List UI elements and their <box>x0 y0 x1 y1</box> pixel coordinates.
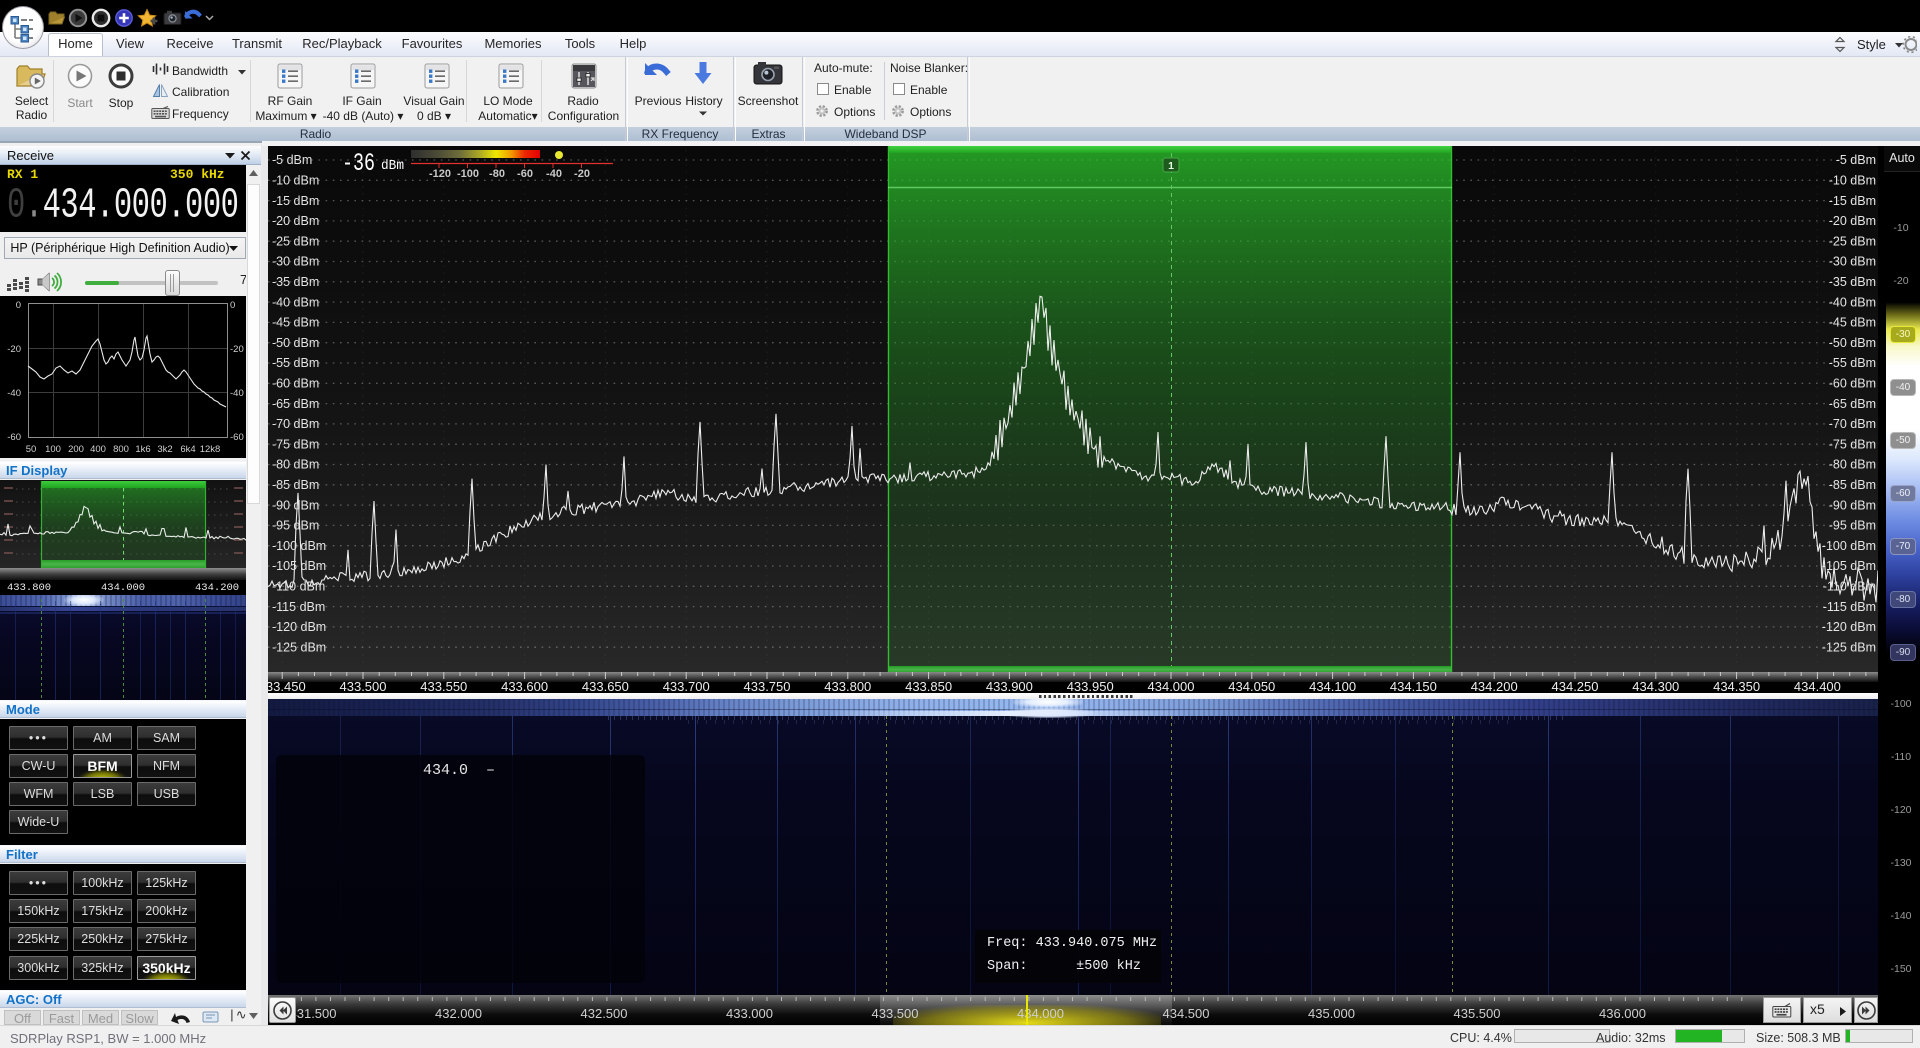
svg-text:-50 dBm: -50 dBm <box>1829 336 1876 350</box>
svg-text:-35 dBm: -35 dBm <box>272 275 319 289</box>
svg-text:-125 dBm: -125 dBm <box>272 640 326 654</box>
svg-text:-20 dBm: -20 dBm <box>272 214 319 228</box>
svg-text:433.900: 433.900 <box>986 679 1033 694</box>
svg-text:-70 dBm: -70 dBm <box>1829 417 1876 431</box>
svg-text:-105 dBm: -105 dBm <box>1822 559 1876 573</box>
svg-text:-55 dBm: -55 dBm <box>272 356 319 370</box>
svg-text:-120 dBm: -120 dBm <box>1822 620 1876 634</box>
svg-text:-60: -60 <box>517 168 533 180</box>
svg-text:-15 dBm: -15 dBm <box>1829 194 1876 208</box>
svg-text:-65 dBm: -65 dBm <box>1829 397 1876 411</box>
svg-text:-95 dBm: -95 dBm <box>272 519 319 533</box>
svg-text:-25 dBm: -25 dBm <box>1829 234 1876 248</box>
svg-text:-125 dBm: -125 dBm <box>1822 640 1876 654</box>
svg-text:-15 dBm: -15 dBm <box>272 194 319 208</box>
svg-text:-85 dBm: -85 dBm <box>272 478 319 492</box>
svg-text:-80: -80 <box>489 168 505 180</box>
svg-text:-5 dBm: -5 dBm <box>272 153 312 167</box>
svg-text:-110 dBm: -110 dBm <box>272 580 325 594</box>
svg-text:-60 dBm: -60 dBm <box>272 377 319 391</box>
svg-text:-95 dBm: -95 dBm <box>1829 519 1876 533</box>
svg-text:-20 dBm: -20 dBm <box>1829 214 1876 228</box>
svg-text:-40 dBm: -40 dBm <box>272 295 319 309</box>
svg-text:-70 dBm: -70 dBm <box>272 417 319 431</box>
svg-text:-120 dBm: -120 dBm <box>272 620 326 634</box>
svg-text:-45 dBm: -45 dBm <box>1829 316 1876 330</box>
svg-text:-75 dBm: -75 dBm <box>272 437 319 451</box>
svg-text:433.750: 433.750 <box>744 679 791 694</box>
svg-text:-50 dBm: -50 dBm <box>272 336 319 350</box>
svg-text:-20: -20 <box>574 168 590 180</box>
svg-text:433.650: 433.650 <box>582 679 629 694</box>
svg-text:-35 dBm: -35 dBm <box>1829 275 1876 289</box>
svg-text:434.300: 434.300 <box>1632 679 1679 694</box>
svg-text:434.350: 434.350 <box>1713 679 1760 694</box>
svg-text:1: 1 <box>1168 160 1174 172</box>
svg-text:-36: -36 <box>342 149 375 178</box>
svg-text:dBm: dBm <box>381 158 404 174</box>
svg-text:-30 dBm: -30 dBm <box>272 255 319 269</box>
svg-text:434.400: 434.400 <box>1794 679 1841 694</box>
svg-text:-5 dBm: -5 dBm <box>1836 153 1876 167</box>
svg-text:433.850: 433.850 <box>905 679 952 694</box>
svg-text:-100: -100 <box>457 168 479 180</box>
svg-text:433.700: 433.700 <box>663 679 710 694</box>
svg-text:-115 dBm: -115 dBm <box>1823 600 1876 614</box>
svg-text:433.550: 433.550 <box>420 679 467 694</box>
svg-text:-90 dBm: -90 dBm <box>272 498 319 512</box>
svg-text:-40: -40 <box>546 168 562 180</box>
svg-text:433.500: 433.500 <box>340 679 387 694</box>
svg-text:434.000: 434.000 <box>1148 679 1195 694</box>
svg-text:-80 dBm: -80 dBm <box>1829 458 1876 472</box>
svg-text:-65 dBm: -65 dBm <box>272 397 319 411</box>
svg-text:-85 dBm: -85 dBm <box>1829 478 1876 492</box>
svg-text:-100 dBm: -100 dBm <box>1822 539 1876 553</box>
svg-text:434.200: 434.200 <box>1471 679 1518 694</box>
svg-text:433.600: 433.600 <box>501 679 548 694</box>
svg-text:434.150: 434.150 <box>1390 679 1437 694</box>
svg-text:-60 dBm: -60 dBm <box>1829 377 1876 391</box>
svg-text:-10 dBm: -10 dBm <box>272 174 319 188</box>
svg-text:-45 dBm: -45 dBm <box>272 316 319 330</box>
svg-text:433.450: 433.450 <box>259 679 306 694</box>
svg-text:-40 dBm: -40 dBm <box>1829 295 1876 309</box>
svg-text:-30 dBm: -30 dBm <box>1829 255 1876 269</box>
svg-text:-10 dBm: -10 dBm <box>1829 174 1876 188</box>
svg-text:-105 dBm: -105 dBm <box>272 559 326 573</box>
svg-text:-55 dBm: -55 dBm <box>1829 356 1876 370</box>
svg-text:434.100: 434.100 <box>1309 679 1356 694</box>
svg-text:-110 dBm: -110 dBm <box>1823 580 1876 594</box>
svg-text:-115 dBm: -115 dBm <box>272 600 325 614</box>
svg-text:-90 dBm: -90 dBm <box>1829 498 1876 512</box>
svg-text:434.050: 434.050 <box>1228 679 1275 694</box>
svg-text:433.800: 433.800 <box>824 679 871 694</box>
svg-text:-100 dBm: -100 dBm <box>272 539 326 553</box>
svg-text:-75 dBm: -75 dBm <box>1829 437 1876 451</box>
svg-text:-25 dBm: -25 dBm <box>272 234 319 248</box>
svg-text:-80 dBm: -80 dBm <box>272 458 319 472</box>
svg-text:-120: -120 <box>429 168 451 180</box>
svg-text:433.950: 433.950 <box>1067 679 1114 694</box>
svg-text:434.250: 434.250 <box>1552 679 1599 694</box>
